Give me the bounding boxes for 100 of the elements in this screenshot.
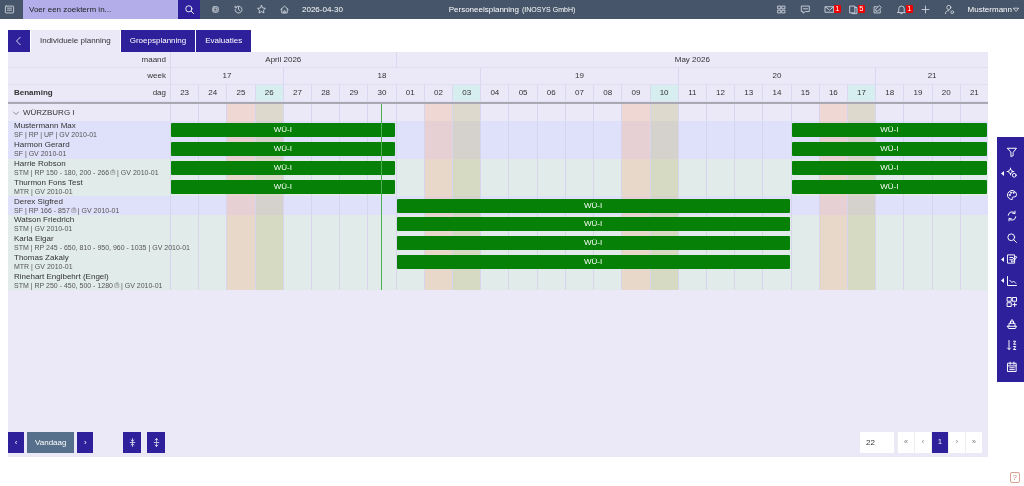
- day-header: 06: [536, 85, 565, 102]
- month-header: April 2026: [170, 52, 396, 68]
- sort-icon[interactable]: [1006, 339, 1018, 352]
- bell-icon[interactable]: [895, 4, 907, 15]
- home-icon[interactable]: [279, 4, 290, 15]
- week-header: 21: [875, 68, 988, 85]
- history-icon[interactable]: [233, 4, 244, 15]
- row-label: dag: [152, 87, 166, 99]
- tab[interactable]: Evaluaties: [196, 30, 252, 52]
- assignment-bar[interactable]: WÜ-I: [791, 142, 987, 157]
- day-header: 14: [762, 85, 791, 102]
- employee-name: Harrie Robson: [14, 160, 67, 168]
- back-button[interactable]: [8, 30, 30, 52]
- next-button[interactable]: ›: [77, 432, 94, 453]
- expand-icon: [151, 437, 161, 448]
- day-header: 15: [790, 85, 819, 102]
- row-label: week: [147, 70, 166, 82]
- edit-icon[interactable]: [871, 4, 883, 15]
- day-header: 04: [480, 85, 509, 102]
- day-header: 29: [339, 85, 368, 102]
- refresh-icon[interactable]: [1006, 210, 1018, 223]
- assignment-bar[interactable]: WÜ-I: [396, 217, 790, 232]
- caret-icon: [1012, 5, 1020, 14]
- assignment-bar[interactable]: WÜ-I: [396, 236, 790, 251]
- day-header: 13: [734, 85, 763, 102]
- row-label: maand: [141, 53, 166, 66]
- day-header: 19: [903, 85, 932, 102]
- day-header: 24: [198, 85, 227, 102]
- day-header: 20: [931, 85, 960, 102]
- employee-name: Thurmon Fons Test: [14, 178, 84, 187]
- day-header: 16: [818, 85, 847, 102]
- user-settings-icon[interactable]: [943, 4, 955, 15]
- collapse-button[interactable]: [123, 432, 142, 453]
- employee-name: Rinehart Englbehrt (Engel): [14, 272, 110, 281]
- day-header: 11: [677, 85, 706, 102]
- assignment-bar[interactable]: WÜ-I: [791, 123, 987, 138]
- day-header: 21: [959, 85, 988, 102]
- chip-icon[interactable]: [210, 4, 221, 15]
- day-header: 27: [282, 85, 312, 102]
- chat-icon[interactable]: [799, 4, 811, 15]
- previous-button[interactable]: ‹: [8, 432, 24, 453]
- day-header: 07: [564, 85, 594, 102]
- building-icon: [113, 282, 120, 289]
- day-header: 10: [649, 85, 678, 102]
- ship-icon[interactable]: [1006, 317, 1018, 330]
- group-name: WÜRZBURG I: [23, 106, 75, 119]
- search-field[interactable]: Voer een zoekterm in...: [23, 0, 178, 19]
- user-menu[interactable]: Mustermann: [967, 3, 1020, 16]
- day-header: 08: [593, 85, 622, 102]
- building-icon: [110, 169, 117, 176]
- menu-icon[interactable]: [4, 4, 15, 15]
- building-icon: [70, 207, 77, 214]
- search-icon[interactable]: [1006, 231, 1018, 244]
- day-header: 03: [452, 85, 481, 102]
- employee-name: Thomas Zakaly: [14, 253, 70, 262]
- calendar-icon[interactable]: [1006, 360, 1018, 373]
- employee-name: Watson Friedrich: [14, 216, 76, 225]
- grid-plus-icon[interactable]: [1006, 296, 1018, 309]
- employee-name: Harmon Gerard: [14, 141, 71, 150]
- expand-button[interactable]: [147, 432, 166, 453]
- collapse-icon: [127, 437, 137, 448]
- plus-icon[interactable]: [919, 4, 931, 15]
- today-button[interactable]: Vandaag: [27, 432, 75, 453]
- day-header: 18: [875, 85, 904, 102]
- employee-name: Derex Sigfred: [14, 197, 64, 206]
- employee-name: Karla Elgar: [14, 235, 55, 244]
- day-header: 23: [170, 85, 199, 102]
- tab[interactable]: Individuele planning: [31, 30, 120, 52]
- filter-icon[interactable]: [1006, 145, 1018, 158]
- caret-icon[interactable]: [1001, 170, 1004, 176]
- search-icon: [183, 4, 195, 15]
- day-header: 12: [705, 85, 735, 102]
- app-title: Personeelsplanning: [448, 4, 519, 14]
- day-header: 17: [846, 85, 876, 102]
- mail-icon[interactable]: [823, 4, 835, 15]
- caret-icon[interactable]: [1001, 278, 1004, 284]
- employee-name: Mustermann Max: [14, 122, 77, 131]
- column-heading: Benaming: [14, 87, 53, 99]
- caret-icon[interactable]: [1001, 256, 1004, 262]
- page-size-field[interactable]: 22: [860, 432, 894, 453]
- day-header: 01: [395, 85, 424, 102]
- date-text[interactable]: 2026-04-30: [302, 3, 343, 16]
- chart-icon[interactable]: [1006, 274, 1018, 287]
- palette-icon[interactable]: [1006, 188, 1018, 201]
- chevron-left-icon: [14, 36, 24, 46]
- star-icon[interactable]: [256, 4, 267, 15]
- day-header: 25: [226, 85, 255, 102]
- documents-icon[interactable]: [847, 4, 859, 15]
- help-button[interactable]: ?: [1009, 472, 1020, 483]
- search-button[interactable]: [178, 0, 200, 19]
- tab[interactable]: Groepsplanning: [120, 30, 196, 52]
- day-header: 28: [311, 85, 340, 102]
- day-header: 09: [621, 85, 650, 102]
- assignment-bar[interactable]: WÜ-I: [171, 142, 395, 157]
- assignment-bar[interactable]: WÜ-I: [171, 123, 395, 138]
- day-header: 05: [508, 85, 537, 102]
- day-header: 30: [367, 85, 396, 102]
- edit-list-icon[interactable]: [1006, 253, 1018, 266]
- day-header: 26: [254, 85, 283, 102]
- month-header: May 2026: [395, 52, 988, 68]
